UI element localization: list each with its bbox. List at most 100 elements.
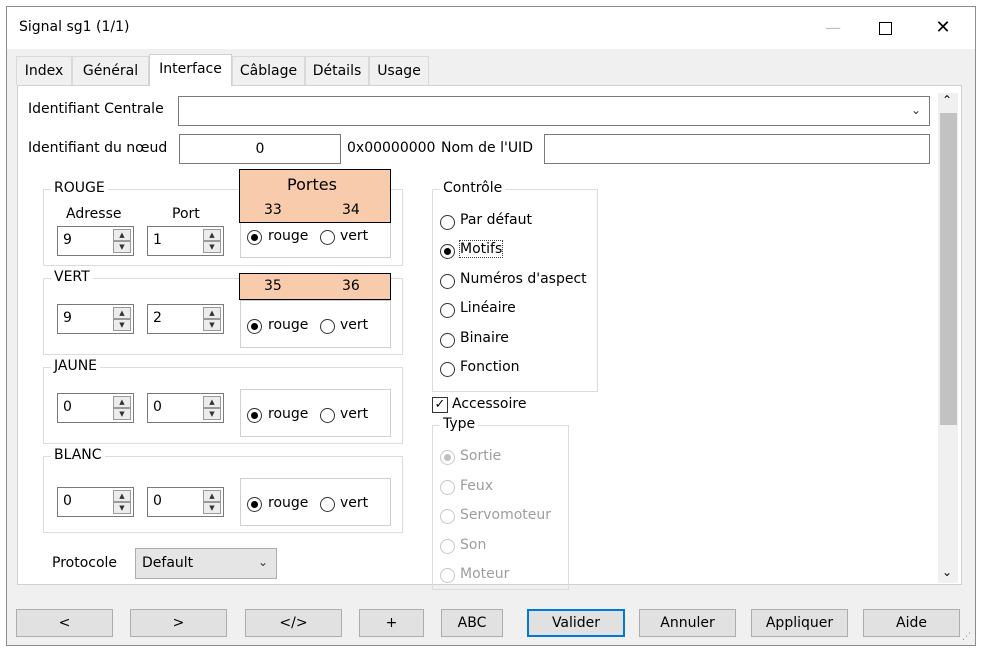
validate-button[interactable]: Valider [527,609,625,637]
scrollbar-thumb[interactable] [940,113,957,425]
spin-up-icon[interactable]: ▲ [113,307,131,319]
add-button[interactable]: + [359,609,424,637]
spin-down-icon[interactable]: ▼ [203,319,221,331]
door-34: 34 [342,202,360,218]
blanc-address-value: 0 [63,493,72,509]
vert-address-spinner[interactable]: 9 ▲ ▼ [57,304,134,334]
scroll-up-icon[interactable]: ⌃ [942,93,952,107]
rouge-radio-vert-label: vert [340,228,369,244]
group-blanc-title: BLANC [51,447,105,463]
jaune-address-value: 0 [63,399,72,415]
control-radio-binaire[interactable] [440,333,455,348]
central-id-combobox[interactable]: ⌄ [178,96,930,126]
node-id-input[interactable]: 0 [179,134,341,164]
type-option-servomoteur: Servomoteur [460,507,552,523]
type-radio-moteur[interactable] [440,568,455,583]
blanc-address-spinner[interactable]: 0 ▲ ▼ [57,487,134,517]
type-title: Type [440,416,479,432]
type-radio-son[interactable] [440,539,455,554]
protocol-label: Protocole [52,555,118,571]
port-label: Port [172,206,200,222]
vert-radio-rouge-label: rouge [268,317,309,333]
abc-button[interactable]: ABC [441,609,503,637]
rouge-address-spinner[interactable]: 9 ▲ ▼ [57,226,134,256]
next-button[interactable]: > [130,609,227,637]
protocol-value: Default [142,555,194,571]
tab-index[interactable]: Index [16,56,72,85]
spin-down-icon[interactable]: ▼ [113,319,131,331]
blanc-radio-rouge-label: rouge [268,495,309,511]
spin-up-icon[interactable]: ▲ [113,396,131,408]
control-radio-lineaire[interactable] [440,303,455,318]
central-id-label: Identifiant Centrale [28,101,164,117]
maximize-button[interactable] [859,7,911,49]
control-radio-motifs[interactable] [440,244,455,259]
chevron-down-icon: ⌄ [910,103,921,117]
spin-up-icon[interactable]: ▲ [203,396,221,408]
rouge-radio-vert[interactable] [320,230,335,245]
window-title: Signal sg1 (1/1) [19,19,130,35]
spin-down-icon[interactable]: ▼ [113,502,131,514]
door-annotation-2: 35 36 [239,273,391,300]
spin-up-icon[interactable]: ▲ [113,229,131,241]
uid-name-input[interactable] [544,134,930,164]
protocol-select[interactable]: Default ⌄ [135,548,277,579]
group-vert-title: VERT [51,269,93,285]
spin-down-icon[interactable]: ▼ [203,241,221,253]
cancel-button[interactable]: Annuler [639,609,736,637]
tab-interface[interactable]: Interface [149,54,232,86]
rouge-port-spinner[interactable]: 1 ▲ ▼ [147,226,224,256]
vert-radio-rouge[interactable] [247,319,262,334]
apply-button[interactable]: Appliquer [751,609,848,637]
vert-radio-vert[interactable] [320,319,335,334]
accessory-label: Accessoire [452,396,527,412]
jaune-radio-rouge[interactable] [247,408,262,423]
tab-cablage[interactable]: Câblage [232,56,305,85]
minimize-button[interactable]: — [807,7,859,49]
control-radio-default[interactable] [440,215,455,230]
door-35: 35 [264,278,282,294]
spin-down-icon[interactable]: ▼ [203,502,221,514]
control-radio-aspect[interactable] [440,274,455,289]
door-33: 33 [264,202,282,218]
vert-door-box [240,300,391,348]
jaune-radio-vert-label: vert [340,406,369,422]
spin-up-icon[interactable]: ▲ [203,490,221,502]
rouge-radio-rouge[interactable] [247,230,262,245]
spin-down-icon[interactable]: ▼ [113,241,131,253]
accessory-checkbox[interactable]: ✓ [432,397,448,413]
hex-value: 0x00000000 [347,140,436,156]
tab-usage[interactable]: Usage [369,56,429,85]
blanc-radio-vert[interactable] [320,497,335,512]
type-radio-sortie[interactable] [440,450,455,465]
spin-up-icon[interactable]: ▲ [203,307,221,319]
control-option-aspect: Numéros d'aspect [460,271,587,287]
jaune-port-spinner[interactable]: 0 ▲ ▼ [147,393,224,423]
code-button[interactable]: </> [245,609,342,637]
spin-down-icon[interactable]: ▼ [203,408,221,420]
vert-port-spinner[interactable]: 2 ▲ ▼ [147,304,224,334]
scroll-down-icon[interactable]: ⌄ [942,565,952,579]
type-option-son: Son [460,537,487,553]
jaune-door-box [240,389,391,437]
tab-details[interactable]: Détails [305,56,369,85]
type-radio-servomoteur[interactable] [440,509,455,524]
close-button[interactable]: ✕ [917,7,969,49]
spin-up-icon[interactable]: ▲ [113,490,131,502]
spin-down-icon[interactable]: ▼ [113,408,131,420]
jaune-radio-vert[interactable] [320,408,335,423]
tab-general[interactable]: Général [72,56,149,85]
vert-port-value: 2 [153,310,162,326]
jaune-address-spinner[interactable]: 0 ▲ ▼ [57,393,134,423]
blanc-radio-rouge[interactable] [247,497,262,512]
previous-button[interactable]: < [16,609,113,637]
help-button[interactable]: Aide [863,609,960,637]
type-radio-feux[interactable] [440,480,455,495]
resize-grip-icon[interactable]: ⋰ [962,632,971,642]
group-jaune-title: JAUNE [51,358,101,374]
control-radio-fonction[interactable] [440,362,455,377]
spin-up-icon[interactable]: ▲ [203,229,221,241]
blanc-port-spinner[interactable]: 0 ▲ ▼ [147,487,224,517]
portes-annotation: Portes 33 34 [239,169,391,223]
type-option-moteur: Moteur [460,566,510,582]
